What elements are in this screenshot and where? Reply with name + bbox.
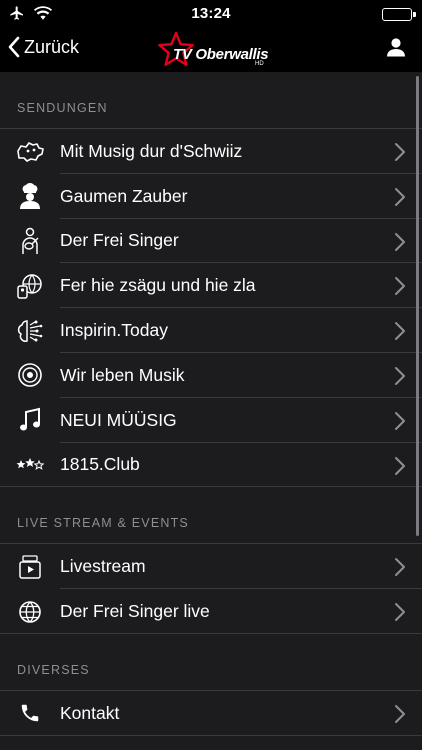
chevron-right-icon <box>395 411 405 430</box>
list-item-label: Fer hie zsägu und hie zla <box>60 275 256 296</box>
tv-oberwallis-logo: TV Oberwallis HD <box>158 31 269 71</box>
chevron-right-icon <box>395 456 405 475</box>
chef-icon <box>0 174 60 218</box>
list-item-mit-musig[interactable]: Mit Musig dur d'Schwiiz <box>0 129 422 174</box>
list-item-label: Inspirin.Today <box>60 320 168 341</box>
chevron-right-icon <box>395 232 405 251</box>
globe-icon <box>0 590 60 634</box>
list-item-label: Kontakt <box>60 702 120 723</box>
list-item-fer-hie-zsagu[interactable]: Fer hie zsägu und hie zla <box>0 263 422 308</box>
status-bar: 13:24 <box>0 0 422 28</box>
livestream-list: Livestream Der Frei Singer live <box>0 543 422 634</box>
battery-icon <box>382 8 416 21</box>
chevron-right-icon <box>395 322 405 341</box>
music-notes-icon <box>0 398 60 442</box>
globe-people-icon <box>0 264 60 308</box>
back-button[interactable]: Zurück <box>8 36 79 58</box>
list-item-1815-club[interactable]: 1815.Club <box>0 443 422 488</box>
list-item-label: Mit Musig dur d'Schwiiz <box>60 140 243 161</box>
chevron-right-icon <box>395 603 405 622</box>
status-time: 13:24 <box>191 5 231 22</box>
list-item-label: Gaumen Zauber <box>60 185 188 206</box>
list-item-gaumen-zauber[interactable]: Gaumen Zauber <box>0 174 422 219</box>
list-item-inspirin-today[interactable]: Inspirin.Today <box>0 308 422 353</box>
back-label: Zurück <box>24 36 80 57</box>
scrollbar[interactable] <box>416 76 419 536</box>
chevron-right-icon <box>395 187 405 206</box>
chevron-right-icon <box>395 558 405 577</box>
section-header-diverses: DIVERSES <box>17 662 90 677</box>
menu-list[interactable]: SENDUNGEN Mit Musig dur d'Schwiiz Gaumen… <box>0 72 422 750</box>
list-item-neui-muusig[interactable]: NEUI MÜÜSIG <box>0 398 422 443</box>
list-item-label: 1815.Club <box>60 454 140 475</box>
logo-hd: HD <box>255 61 264 67</box>
brain-network-icon <box>0 309 60 353</box>
list-item-label: Livestream <box>60 556 146 577</box>
chevron-right-icon <box>395 704 405 723</box>
switzerland-map-icon <box>0 129 60 173</box>
list-item-frei-singer-live[interactable]: Der Frei Singer live <box>0 589 422 634</box>
livestream-tv-icon <box>0 545 60 589</box>
chevron-right-icon <box>395 277 405 296</box>
sendungen-list: Mit Musig dur d'Schwiiz Gaumen Zauber De… <box>0 128 422 488</box>
list-item-der-frei-singer[interactable]: Der Frei Singer <box>0 219 422 264</box>
list-item-livestream[interactable]: Livestream <box>0 544 422 589</box>
phone-icon <box>0 691 60 735</box>
list-item-label: Wir leben Musik <box>60 364 185 385</box>
diverses-list: Kontakt <box>0 689 422 736</box>
list-item-label: Der Frei Singer live <box>60 601 210 622</box>
chevron-right-icon <box>395 143 405 161</box>
section-header-livestream: LIVE STREAM & EVENTS <box>17 516 189 531</box>
list-item-wir-leben-musik[interactable]: Wir leben Musik <box>0 353 422 398</box>
nav-bar: Zurück TV Oberwallis HD <box>0 28 422 72</box>
speaker-icon <box>0 353 60 397</box>
profile-button[interactable] <box>386 37 406 62</box>
list-item-kontakt[interactable]: Kontakt <box>0 691 422 736</box>
list-item-label: NEUI MÜÜSIG <box>60 409 177 430</box>
chevron-right-icon <box>395 366 405 385</box>
list-item-label: Der Frei Singer <box>60 230 179 251</box>
section-header-sendungen: SENDUNGEN <box>17 101 108 115</box>
singer-guitar-icon <box>0 219 60 263</box>
stars-icon <box>0 443 60 487</box>
chevron-left-icon <box>8 36 20 58</box>
user-icon <box>387 38 405 57</box>
